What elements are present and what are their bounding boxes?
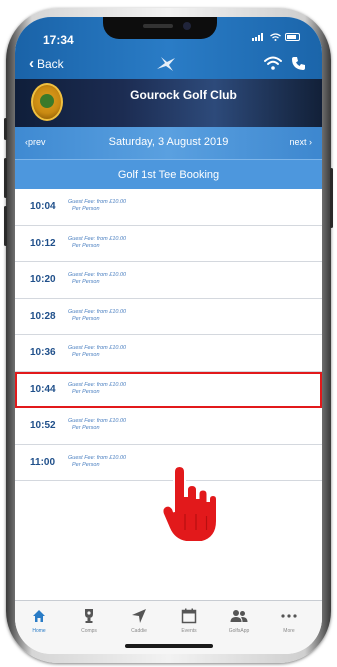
guest-fee: Guest Fee: from £10.00 Per Person — [68, 308, 127, 322]
tab-label: Events — [181, 628, 197, 634]
tee-time-row-selected[interactable]: 10:44 Guest Fee: from £10.00 Per Person — [15, 371, 322, 408]
back-button[interactable]: ‹ Back — [29, 55, 64, 72]
location-arrow-icon — [117, 607, 161, 625]
volume-down-button — [4, 206, 7, 246]
front-camera — [183, 22, 191, 30]
next-day-button[interactable]: next › — [289, 137, 312, 147]
tab-label: GolfsApp — [228, 628, 250, 634]
tap-hand-pointer-icon — [161, 466, 218, 543]
tab-more[interactable]: More — [267, 607, 311, 634]
tee-time-row[interactable]: 10:20 Guest Fee: from £10.00 Per Person — [15, 262, 322, 299]
mute-switch — [4, 118, 7, 140]
tab-caddie[interactable]: Caddie — [117, 607, 161, 634]
battery-icon — [285, 33, 300, 41]
tee-time-list: 10:04 Guest Fee: from £10.00 Per Person 1… — [15, 189, 322, 481]
tab-home[interactable]: Home — [17, 607, 61, 634]
status-time: 17:34 — [43, 33, 74, 47]
club-banner: Gourock Golf Club — [15, 79, 322, 127]
notch — [103, 17, 217, 39]
tee-time: 10:04 — [30, 201, 56, 212]
nav-bar: ‹ Back — [15, 51, 322, 79]
bottom-tab-bar: Home Comps Caddie Events GolfsApp More — [15, 600, 322, 654]
calendar-icon — [167, 607, 211, 625]
tab-label: Caddie — [131, 628, 147, 634]
tab-events[interactable]: Events — [167, 607, 211, 634]
guest-fee: Guest Fee: from £10.00 Per Person — [68, 381, 127, 395]
tee-time-row[interactable]: 10:36 Guest Fee: from £10.00 Per Person — [15, 335, 322, 372]
tab-golfsapp[interactable]: GolfsApp — [217, 607, 261, 634]
tee-time-row[interactable]: 10:12 Guest Fee: from £10.00 Per Person — [15, 225, 322, 262]
speaker — [143, 24, 173, 28]
chevron-left-icon: ‹ — [29, 55, 34, 72]
tee-time: 10:36 — [30, 347, 56, 358]
guest-fee: Guest Fee: from £10.00 Per Person — [68, 199, 127, 212]
app-logo-icon — [157, 57, 175, 71]
tab-comps[interactable]: Comps — [67, 607, 111, 634]
wifi-icon[interactable] — [264, 56, 282, 70]
back-label: Back — [37, 57, 64, 71]
home-icon — [17, 607, 61, 625]
tee-time-row[interactable]: 10:04 Guest Fee: from £10.00 Per Person — [15, 189, 322, 226]
members-icon — [217, 607, 261, 625]
more-dots-icon — [267, 607, 311, 625]
trophy-icon — [67, 607, 111, 625]
phone-screen: 17:34 ‹ Back Gourock Golf Club ‹prev Sat… — [15, 17, 322, 654]
home-indicator — [125, 644, 213, 648]
guest-fee: Guest Fee: from £10.00 Per Person — [68, 454, 127, 468]
date-navigation: ‹prev Saturday, 3 August 2019 next › — [15, 127, 322, 159]
tab-label: Comps — [81, 628, 97, 634]
tee-time: 10:20 — [30, 274, 56, 285]
tee-time: 10:28 — [30, 310, 56, 322]
tee-time: 10:52 — [30, 420, 56, 431]
status-wifi-icon — [270, 33, 281, 41]
tee-time-row[interactable]: 10:28 Guest Fee: from £10.00 Per Person — [15, 298, 322, 335]
guest-fee: Guest Fee: from £10.00 Per Person — [68, 418, 127, 431]
tab-label: Home — [32, 628, 46, 634]
tee-time: 10:44 — [30, 383, 56, 395]
status-icons — [252, 33, 300, 41]
next-label: next — [289, 137, 307, 147]
current-date: Saturday, 3 August 2019 — [108, 136, 229, 148]
tab-label: More — [283, 628, 295, 634]
guest-fee: Guest Fee: from £10.00 Per Person — [68, 235, 127, 249]
guest-fee: Guest Fee: from £10.00 Per Person — [68, 272, 127, 285]
section-title: Golf 1st Tee Booking — [15, 159, 322, 189]
page: 17:34 ‹ Back Gourock Golf Club ‹prev Sat… — [0, 0, 337, 667]
volume-up-button — [4, 158, 7, 198]
signal-icon — [252, 33, 263, 41]
tee-time: 11:00 — [30, 456, 56, 468]
tee-time: 10:12 — [30, 237, 56, 249]
power-button — [330, 168, 333, 228]
phone-call-icon[interactable] — [291, 56, 306, 71]
tee-time-row[interactable]: 10:52 Guest Fee: from £10.00 Per Person — [15, 408, 322, 445]
phone-frame: 17:34 ‹ Back Gourock Golf Club ‹prev Sat… — [4, 8, 333, 663]
club-name: Gourock Golf Club — [130, 88, 237, 102]
guest-fee: Guest Fee: from £10.00 Per Person — [68, 345, 127, 358]
